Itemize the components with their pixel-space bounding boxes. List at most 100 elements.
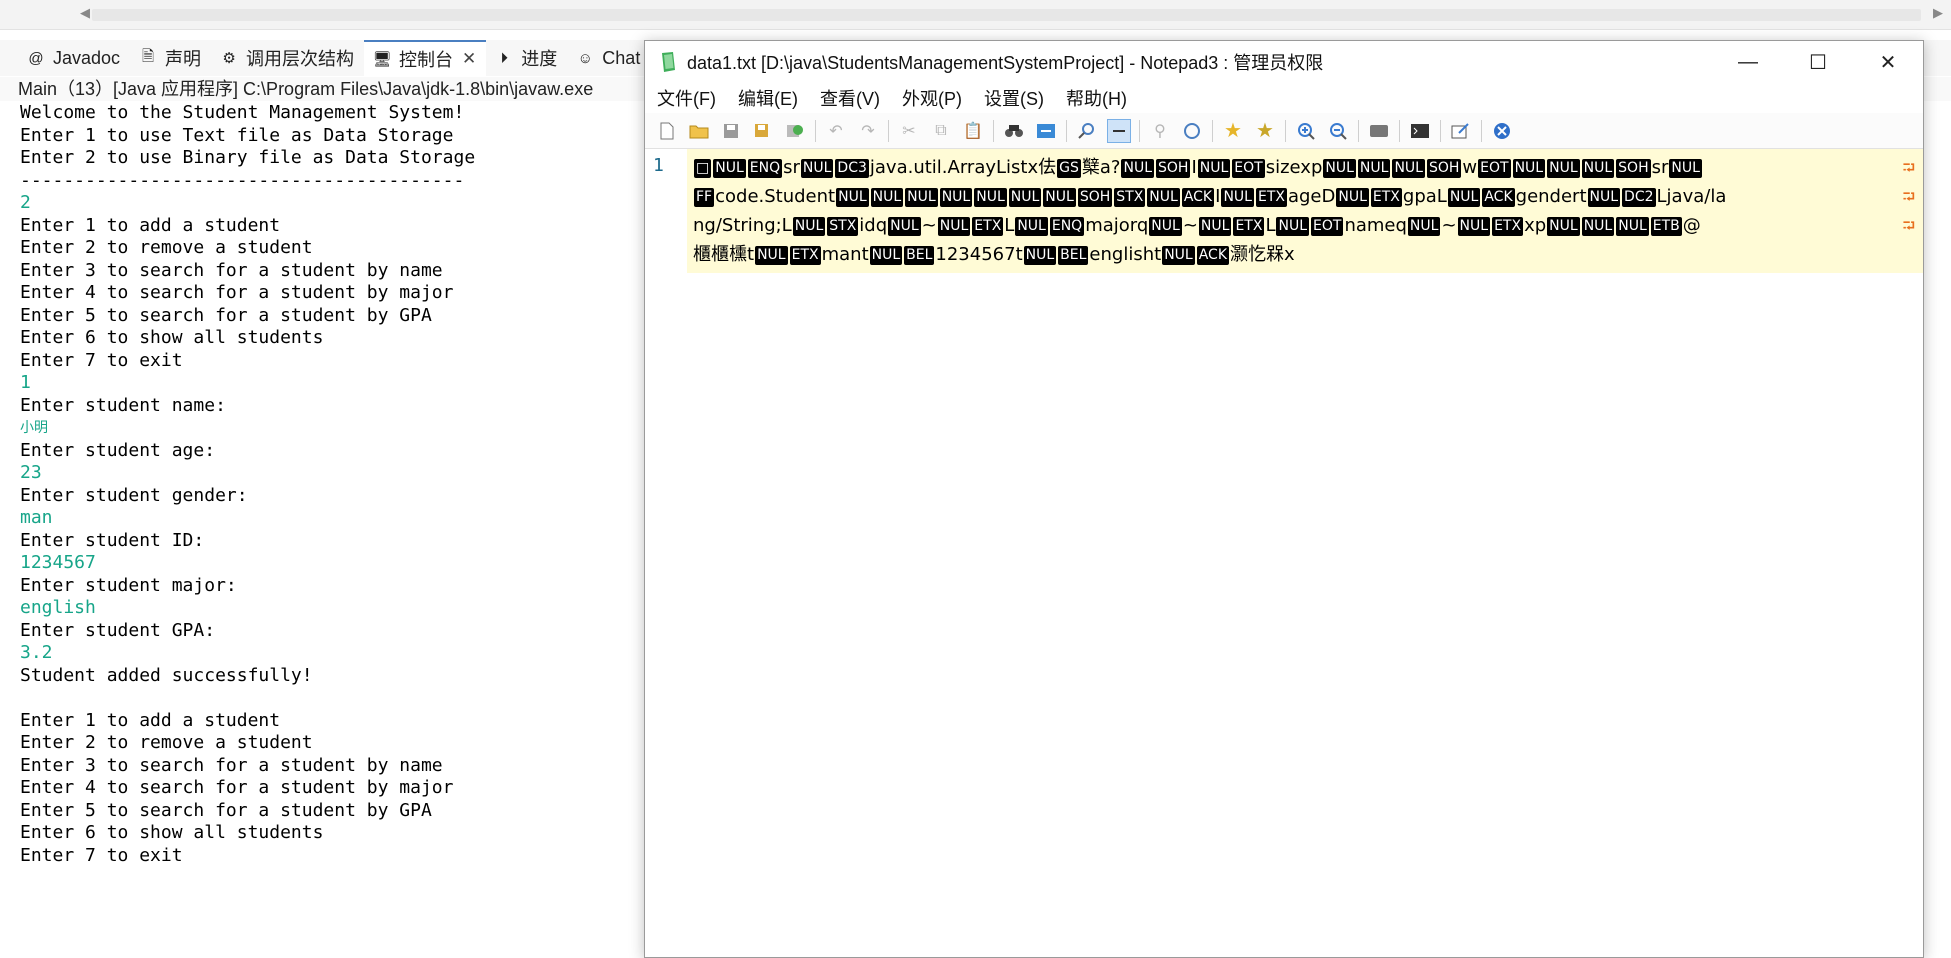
console-output[interactable]: Welcome to the Student Management System… (20, 102, 640, 952)
copy-icon[interactable]: ⧉ (929, 119, 953, 143)
editor-line: □ NUL ENQ sr NUL DC3 java.util.ArrayListx佉 GS 櫱a… (693, 153, 1915, 182)
editor-area[interactable]: 1 □ NUL ENQ sr NUL DC3 java.util.ArrayListx佉 GS… (645, 149, 1923, 957)
menu-item-4[interactable]: 设置(S) (984, 85, 1044, 111)
tab-progress[interactable]: ⏵ 进度 (486, 40, 567, 76)
console-input-line: 3.2 (20, 642, 53, 663)
toolbar-separator (815, 119, 816, 142)
control-char-badge: NUL (1149, 217, 1182, 236)
redo-icon[interactable]: ↷ (856, 119, 880, 143)
favorites-star-icon[interactable]: ★ (1221, 119, 1245, 143)
control-char-badge: NUL (1587, 188, 1621, 207)
scroll-left-icon[interactable]: ◀ (80, 5, 90, 21)
text-run: sr (783, 157, 800, 178)
goto-icon[interactable] (1075, 119, 1099, 143)
menu-item-0[interactable]: 文件(F) (657, 85, 716, 111)
keyboard-icon[interactable] (1367, 119, 1391, 143)
control-char-badge: NUL (1043, 188, 1076, 207)
terminal-icon[interactable] (1408, 119, 1432, 143)
text-run: 1234567t (935, 244, 1023, 265)
toolbar-separator (1139, 119, 1140, 142)
control-char-badge: NUL (1197, 159, 1231, 178)
maximize-button[interactable]: ☐ (1783, 41, 1853, 83)
control-char-badge: STX (1114, 188, 1146, 207)
console-icon: 🖥 (372, 51, 392, 68)
text-run: Ljava/la (1656, 186, 1727, 207)
text-run: java.util.ArrayListx佉 (869, 157, 1057, 178)
menu-item-2[interactable]: 查看(V) (820, 85, 880, 111)
zoom-out-icon[interactable] (1326, 119, 1350, 143)
close-button[interactable]: ✕ (1853, 41, 1923, 83)
text-run: ng/String;L (693, 215, 792, 236)
cut-icon[interactable]: ✂ (897, 119, 921, 143)
control-char-badge: NUL (1336, 188, 1369, 207)
text-run: ~ (1441, 215, 1457, 236)
scroll-right-icon[interactable]: ▶ (1933, 5, 1943, 21)
control-char-badge: SOH (1077, 188, 1113, 207)
control-char-badge: EOT (1478, 159, 1511, 178)
toolbar-separator (1285, 119, 1286, 142)
save-as-icon[interactable] (751, 119, 775, 143)
control-char-badge: NUL (939, 188, 973, 207)
close-tab-icon[interactable]: ✕ (462, 49, 476, 69)
text-run: sr (1651, 157, 1669, 178)
menu-item-5[interactable]: 帮助(H) (1066, 85, 1127, 111)
tab-call-hierarchy[interactable]: ⚙ 调用层次结构 (211, 40, 364, 76)
replace-icon[interactable] (1034, 119, 1058, 143)
word-wrap-icon[interactable] (1107, 118, 1131, 143)
zoom-text-icon[interactable]: ⚲ (1148, 119, 1172, 143)
console-input-line: 1234567 (20, 552, 96, 573)
console-output-line: Enter student age: (20, 439, 216, 461)
console-output-line: Enter student gender: (20, 484, 248, 506)
control-char-badge: NUL (1357, 159, 1391, 178)
wrap-arrow-icon: ⮒ (1902, 187, 1915, 206)
console-output-line: Enter 2 to remove a student (20, 237, 313, 258)
text-run: I (1191, 157, 1197, 178)
control-char-badge: NUL (713, 159, 746, 178)
text-run: nameq (1344, 215, 1407, 236)
tab-declaration[interactable]: 🗎 声明 (130, 40, 211, 76)
console-output-line: Enter 3 to search for a student by name (20, 754, 443, 776)
minimize-button[interactable]: — (1713, 41, 1783, 83)
scroll-thumb[interactable] (92, 9, 1921, 21)
control-char-badge: ENQ (1049, 217, 1085, 236)
tab-chat[interactable]: ☺ Chat (567, 40, 650, 76)
control-char-badge: ETX (1492, 217, 1524, 236)
tab-console[interactable]: 🖥 控制台 ✕ (364, 40, 487, 76)
console-output-line: Enter 5 to search for a student by GPA (20, 304, 432, 326)
save-icon[interactable] (719, 119, 743, 143)
scheme-icon[interactable] (1180, 119, 1204, 143)
text-run: 櫱a? (1081, 157, 1121, 178)
control-char-badge: ENQ (747, 159, 783, 178)
toolbar-separator (1358, 119, 1359, 142)
control-char-badge: DC3 (835, 159, 869, 178)
undo-icon[interactable]: ↶ (824, 119, 848, 143)
editor-line: FF code.Student NUL NUL NUL NUL NUL NUL NUL SOH ST… (693, 182, 1915, 211)
share-icon[interactable] (1449, 119, 1473, 143)
control-char-badge: DC2 (1622, 188, 1656, 207)
exit-icon[interactable] (1490, 119, 1514, 143)
new-file-icon[interactable] (655, 119, 679, 143)
add-favorite-icon[interactable]: ★ (1253, 119, 1277, 143)
title-bar[interactable]: data1.txt [D:\java\StudentsManagementSys… (645, 41, 1923, 83)
zoom-in-icon[interactable] (1294, 119, 1318, 143)
current-line-highlight[interactable]: □ NUL ENQ sr NUL DC3 java.util.ArrayListx佉 GS 櫱a… (687, 149, 1923, 273)
console-output-line: Enter 1 to add a student (20, 214, 281, 236)
call-hierarchy-icon: ⚙ (222, 50, 236, 67)
console-output-line: Enter 4 to search for a student by major (20, 282, 454, 303)
tab-label: Chat (602, 47, 641, 68)
paste-icon[interactable]: 📋 (961, 119, 985, 143)
chat-icon: ☺ (577, 49, 593, 67)
open-folder-icon[interactable] (687, 119, 711, 143)
text-editor[interactable]: □ NUL ENQ sr NUL DC3 java.util.ArrayListx佉 GS 櫱a… (687, 149, 1923, 957)
tab-at[interactable]: @ Javadoc (18, 40, 130, 76)
menu-item-3[interactable]: 外观(P) (902, 85, 962, 111)
horizontal-scrollbar[interactable]: ◀ ▶ (0, 0, 1951, 30)
control-char-badge: NUL (1198, 217, 1232, 236)
console-output-line: Enter student GPA: (20, 619, 216, 641)
reload-icon[interactable] (783, 119, 807, 143)
toolbar-separator (1440, 119, 1441, 142)
find-icon[interactable] (1002, 119, 1026, 143)
line-number: 1 (653, 155, 664, 176)
menu-item-1[interactable]: 编辑(E) (738, 85, 798, 111)
